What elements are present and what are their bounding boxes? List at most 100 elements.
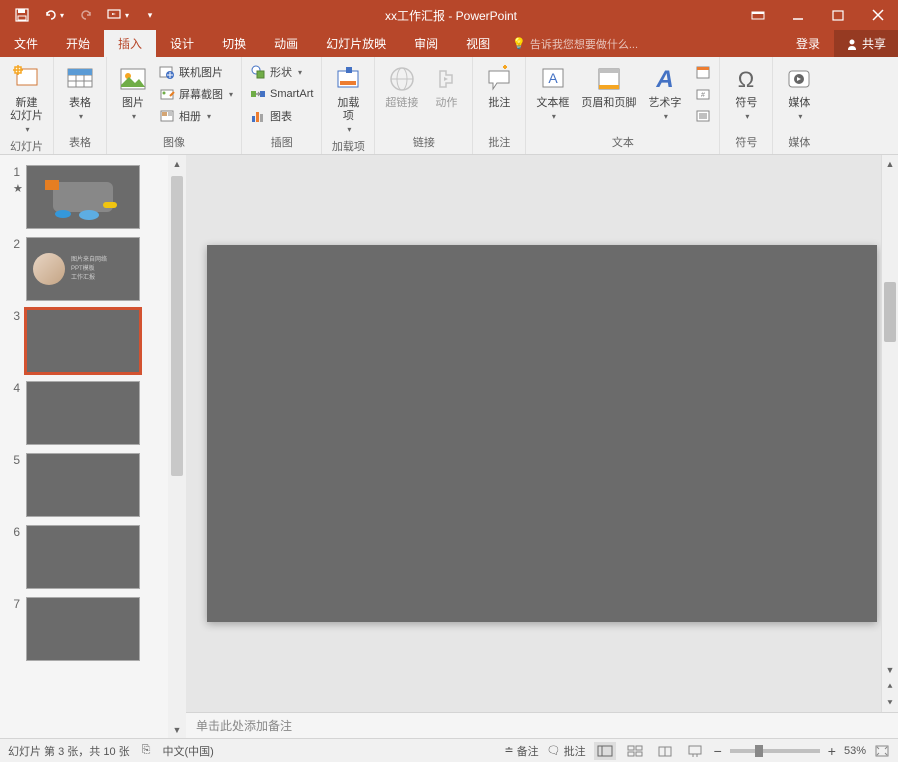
normal-view-button[interactable]	[594, 742, 616, 760]
ribbon-group-links: 超链接 动作 链接	[375, 57, 473, 154]
svg-text:#: #	[701, 92, 705, 99]
spellcheck-icon[interactable]: ⎘	[142, 744, 151, 757]
notes-toggle[interactable]: ≐ 备注	[504, 743, 538, 759]
ribbon-group-symbols: Ω 符号 ▾ 符号	[720, 57, 773, 154]
next-slide-arrow[interactable]: ⯆	[882, 695, 898, 712]
login-button[interactable]: 登录	[782, 35, 834, 52]
close-button[interactable]	[858, 0, 898, 30]
thumb-number: 7	[8, 597, 20, 661]
scroll-up-arrow[interactable]: ▲	[882, 155, 898, 172]
tab-file[interactable]: 文件	[0, 30, 52, 57]
smartart-button[interactable]: SmartArt	[246, 83, 317, 105]
lightbulb-icon: 💡	[512, 37, 526, 50]
minimize-button[interactable]	[778, 0, 818, 30]
undo-button[interactable]: ▾	[40, 3, 68, 27]
smartart-icon	[250, 86, 266, 102]
chart-button[interactable]: 图表	[246, 105, 317, 127]
thumb-number: 5	[8, 453, 20, 517]
thumb-number: 6	[8, 525, 20, 589]
tab-home[interactable]: 开始	[52, 30, 104, 57]
object-button[interactable]	[691, 105, 715, 127]
online-pictures-button[interactable]: 联机图片	[155, 61, 237, 83]
date-icon	[695, 64, 711, 80]
ribbon-group-tables: 表格 ▾ 表格	[54, 57, 107, 154]
titlebar: ▾ ▾ ▾ xx工作汇报 - PowerPoint	[0, 0, 898, 30]
table-button[interactable]: 表格 ▾	[58, 61, 102, 123]
screenshot-icon	[159, 86, 175, 102]
zoom-level[interactable]: 53%	[844, 745, 866, 757]
zoom-in-button[interactable]: +	[828, 743, 836, 759]
date-time-button[interactable]	[691, 61, 715, 83]
tell-me-search[interactable]: 💡 告诉我您想要做什么...	[504, 36, 638, 52]
thumb-number: 4	[8, 381, 20, 445]
slide-thumbnail-7[interactable]	[26, 597, 140, 661]
redo-button[interactable]	[72, 3, 100, 27]
tab-slideshow[interactable]: 幻灯片放映	[312, 30, 400, 57]
tab-review[interactable]: 审阅	[400, 30, 452, 57]
ribbon-group-addins: 加载 项 ▾ 加载项	[322, 57, 375, 154]
header-footer-button[interactable]: 页眉和页脚	[575, 61, 642, 112]
symbol-button[interactable]: Ω 符号 ▾	[724, 61, 768, 123]
tab-animations[interactable]: 动画	[260, 30, 312, 57]
language-indicator[interactable]: 中文(中国)	[162, 743, 213, 759]
menubar: 文件 开始 插入 设计 切换 动画 幻灯片放映 审阅 视图 💡 告诉我您想要做什…	[0, 30, 898, 57]
animation-indicator-icon: ★	[13, 182, 23, 195]
shapes-icon	[250, 64, 266, 80]
start-from-beginning-button[interactable]: ▾	[104, 3, 132, 27]
person-icon	[846, 38, 858, 50]
slide-counter: 幻灯片 第 3 张，共 10 张	[8, 743, 130, 759]
action-icon	[430, 63, 462, 95]
qat-customize-button[interactable]: ▾	[136, 3, 164, 27]
comment-button[interactable]: 批注	[477, 61, 521, 112]
wordart-icon: A	[649, 63, 681, 95]
tab-insert[interactable]: 插入	[104, 30, 156, 57]
slide-thumbnail-1[interactable]: ★	[26, 165, 140, 229]
addins-button[interactable]: 加载 项 ▾	[326, 61, 370, 136]
zoom-slider[interactable]	[730, 749, 820, 753]
thumbnail-scrollbar[interactable]: ▲ ▼	[168, 155, 186, 738]
tab-view[interactable]: 视图	[452, 30, 504, 57]
comment-icon	[483, 63, 515, 95]
slide-thumbnail-6[interactable]	[26, 525, 140, 589]
photo-album-button[interactable]: 相册▾	[155, 105, 237, 127]
media-button[interactable]: 媒体 ▾	[777, 61, 821, 123]
maximize-button[interactable]	[818, 0, 858, 30]
zoom-out-button[interactable]: −	[714, 743, 722, 759]
ribbon-display-button[interactable]	[738, 0, 778, 30]
slide-thumbnail-5[interactable]	[26, 453, 140, 517]
save-button[interactable]	[8, 3, 36, 27]
slide-canvas[interactable]: ▲ ▼ ⯅ ⯆	[186, 155, 898, 712]
hyperlink-button[interactable]: 超链接	[379, 61, 424, 112]
tab-transitions[interactable]: 切换	[208, 30, 260, 57]
reading-view-button[interactable]	[654, 742, 676, 760]
slide-sorter-view-button[interactable]	[624, 742, 646, 760]
prev-slide-arrow[interactable]: ⯅	[882, 678, 898, 695]
canvas-vertical-scrollbar[interactable]: ▲ ▼ ⯅ ⯆	[881, 155, 898, 712]
online-pictures-icon	[159, 64, 175, 80]
action-button[interactable]: 动作	[424, 61, 468, 112]
textbox-icon: A	[537, 63, 569, 95]
shapes-button[interactable]: 形状▾	[246, 61, 317, 83]
slideshow-view-button[interactable]	[684, 742, 706, 760]
wordart-button[interactable]: A 艺术字 ▾	[642, 61, 687, 123]
picture-icon	[117, 63, 149, 95]
comments-toggle[interactable]: 🗨 批注	[547, 743, 586, 759]
header-footer-icon	[593, 63, 625, 95]
fit-to-window-button[interactable]	[874, 744, 890, 758]
slide-number-button[interactable]: #	[691, 83, 715, 105]
tab-design[interactable]: 设计	[156, 30, 208, 57]
slide-thumbnail-2[interactable]: 图片来自网络PPT模板工作汇报	[26, 237, 140, 301]
workspace: 1 ★ 2 图片来自网络PPT模板工作汇报 3 4 5 6	[0, 155, 898, 738]
picture-button[interactable]: 图片 ▾	[111, 61, 155, 123]
slide-thumbnail-4[interactable]	[26, 381, 140, 445]
current-slide[interactable]	[207, 245, 877, 622]
screenshot-button[interactable]: 屏幕截图▾	[155, 83, 237, 105]
textbox-button[interactable]: A 文本框 ▾	[530, 61, 575, 123]
thumb-number: 2	[8, 237, 20, 301]
slide-thumbnail-panel[interactable]: 1 ★ 2 图片来自网络PPT模板工作汇报 3 4 5 6	[0, 155, 168, 738]
new-slide-button[interactable]: 新建 幻灯片 ▾	[4, 61, 49, 136]
share-button[interactable]: 共享	[834, 30, 898, 57]
notes-pane[interactable]: 单击此处添加备注	[186, 712, 898, 738]
scroll-down-arrow[interactable]: ▼	[882, 661, 898, 678]
slide-thumbnail-3[interactable]	[26, 309, 140, 373]
